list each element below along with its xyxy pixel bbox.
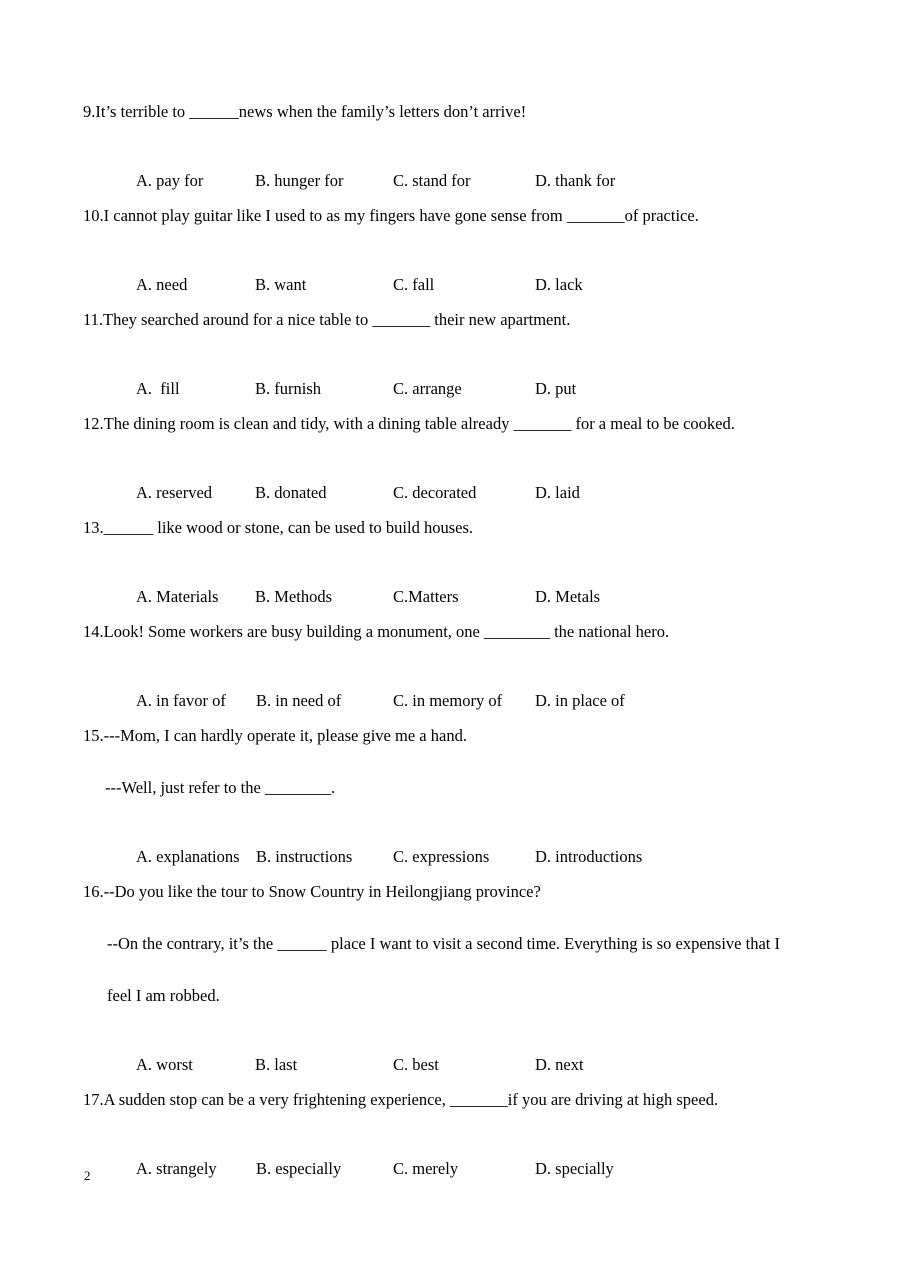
question-12-option-c[interactable]: C. decorated xyxy=(393,484,535,502)
question-12: 12.The dining room is clean and tidy, wi… xyxy=(83,414,843,520)
question-15-continuation: ---Well, just refer to the ________. xyxy=(105,778,336,797)
question-11-option-b[interactable]: B. furnish xyxy=(255,380,393,398)
question-9-option-d[interactable]: D. thank for xyxy=(535,172,615,190)
question-16-stem: 16.--Do you like the tour to Snow Countr… xyxy=(83,882,541,901)
question-16-option-d[interactable]: D. next xyxy=(535,1056,584,1074)
question-10-option-a[interactable]: A. need xyxy=(136,276,255,294)
question-13-option-c[interactable]: C.Matters xyxy=(393,588,535,606)
question-17-option-a[interactable]: A. strangely xyxy=(136,1160,256,1178)
question-14: 14.Look! Some workers are busy building … xyxy=(83,622,843,728)
question-11-option-d[interactable]: D. put xyxy=(535,380,576,398)
question-12-options: A. reserved B. donated C. decorated D. laid xyxy=(83,468,843,520)
question-11-option-a[interactable]: A. fill xyxy=(136,380,255,398)
question-14-option-b[interactable]: B. in need of xyxy=(256,692,393,710)
question-17-option-d[interactable]: D. specially xyxy=(535,1160,614,1178)
question-10-option-c[interactable]: C. fall xyxy=(393,276,535,294)
question-16-option-a[interactable]: A. worst xyxy=(136,1056,255,1074)
question-9: 9.It’s terrible to ______news when the f… xyxy=(83,102,843,208)
question-12-option-b[interactable]: B. donated xyxy=(255,484,393,502)
question-9-option-b[interactable]: B. hunger for xyxy=(255,172,393,190)
question-17-stem: 17.A sudden stop can be a very frighteni… xyxy=(83,1090,719,1109)
question-15-option-a[interactable]: A. explanations xyxy=(136,848,256,866)
question-16-option-b[interactable]: B. last xyxy=(255,1056,393,1074)
question-13: 13.______ like wood or stone, can be use… xyxy=(83,518,843,624)
question-9-stem: 9.It’s terrible to ______news when the f… xyxy=(83,102,527,121)
question-15-option-d[interactable]: D. introductions xyxy=(535,848,642,866)
question-14-option-a[interactable]: A. in favor of xyxy=(136,692,256,710)
question-12-stem: 12.The dining room is clean and tidy, wi… xyxy=(83,414,735,433)
question-17-options: A. strangely B. especially C. merely D. spe… xyxy=(83,1144,843,1196)
question-13-option-a[interactable]: A. Materials xyxy=(136,588,255,606)
question-10-options: A. need B. want C. fall D. lack xyxy=(83,260,843,312)
question-11-options: A. fill B. furnish C. arrange D. put xyxy=(83,364,843,416)
question-15-option-c[interactable]: C. expressions xyxy=(393,848,535,866)
page-number: 2 xyxy=(84,1168,91,1183)
question-9-option-c[interactable]: C. stand for xyxy=(393,172,535,190)
question-13-stem: 13.______ like wood or stone, can be use… xyxy=(83,518,473,537)
question-12-option-a[interactable]: A. reserved xyxy=(136,484,255,502)
question-17: 17.A sudden stop can be a very frighteni… xyxy=(83,1090,843,1196)
question-15-stem: 15.---Mom, I can hardly operate it, plea… xyxy=(83,726,467,745)
question-10-option-b[interactable]: B. want xyxy=(255,276,393,294)
question-10: 10.I cannot play guitar like I used to a… xyxy=(83,206,843,312)
question-17-option-c[interactable]: C. merely xyxy=(393,1160,535,1178)
question-16-continuation-wrap: feel I am robbed. xyxy=(107,986,220,1005)
question-9-option-a[interactable]: A. pay for xyxy=(136,172,255,190)
document-page: 9.It’s terrible to ______news when the f… xyxy=(0,0,920,1274)
question-10-stem: 10.I cannot play guitar like I used to a… xyxy=(83,206,699,225)
question-14-option-d[interactable]: D. in place of xyxy=(535,692,625,710)
question-11: 11.They searched around for a nice table… xyxy=(83,310,843,416)
question-16: 16.--Do you like the tour to Snow Countr… xyxy=(83,882,843,1092)
question-10-option-d[interactable]: D. lack xyxy=(535,276,583,294)
question-16-option-c[interactable]: C. best xyxy=(393,1056,535,1074)
question-15: 15.---Mom, I can hardly operate it, plea… xyxy=(83,726,843,884)
question-list: 9.It’s terrible to ______news when the f… xyxy=(83,102,843,1196)
question-16-options: A. worst B. last C. best D. next xyxy=(83,1040,843,1092)
question-16-continuation: --On the contrary, it’s the ______ place… xyxy=(107,934,780,953)
question-11-option-c[interactable]: C. arrange xyxy=(393,380,535,398)
question-17-option-b[interactable]: B. especially xyxy=(256,1160,393,1178)
question-13-options: A. Materials B. Methods C.Matters D. Metals xyxy=(83,572,843,624)
question-13-option-b[interactable]: B. Methods xyxy=(255,588,393,606)
question-15-option-b[interactable]: B. instructions xyxy=(256,848,393,866)
question-15-options: A. explanations B. instructions C. express… xyxy=(83,832,843,884)
question-11-stem: 11.They searched around for a nice table… xyxy=(83,310,571,329)
question-14-options: A. in favor of B. in need of C. in memory … xyxy=(83,676,843,728)
question-14-stem: 14.Look! Some workers are busy building … xyxy=(83,622,670,641)
question-9-options: A. pay for B. hunger for C. stand for D. th… xyxy=(83,156,843,208)
question-14-option-c[interactable]: C. in memory of xyxy=(393,692,535,710)
question-12-option-d[interactable]: D. laid xyxy=(535,484,580,502)
question-13-option-d[interactable]: D. Metals xyxy=(535,588,600,606)
